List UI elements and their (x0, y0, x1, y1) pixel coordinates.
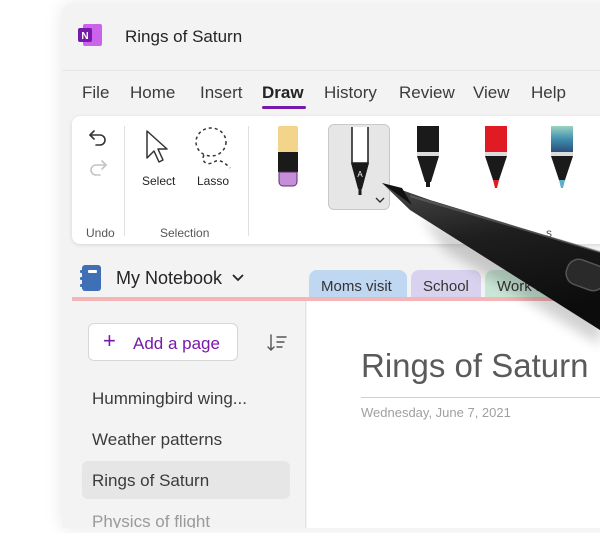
menu-file[interactable]: File (82, 83, 109, 103)
page-canvas[interactable]: Rings of Saturn Wednesday, June 7, 2021 (307, 301, 600, 528)
pen-black-marker[interactable] (414, 126, 442, 188)
pen-red[interactable] (482, 126, 510, 188)
menu-view[interactable]: View (473, 83, 510, 103)
page-item-title: Weather patterns (92, 430, 223, 449)
plus-icon: + (103, 328, 116, 353)
menu-draw[interactable]: Draw (262, 83, 304, 103)
page-item-title: Rings of Saturn (92, 471, 210, 490)
pen-letter: A (357, 170, 363, 179)
lasso-label[interactable]: Lasso (197, 174, 229, 188)
page-item-title: Hummingbird wing... (92, 389, 247, 408)
page-date: Wednesday, June 7, 2021 (361, 405, 511, 420)
select-cursor-icon[interactable] (142, 128, 172, 166)
pens-group-label: s (546, 226, 552, 240)
app-logo-letter: N (81, 31, 88, 42)
menu-bar: File Home Insert Draw History Review Vie… (62, 70, 600, 110)
page-item-weather[interactable]: Weather patterns (82, 420, 290, 458)
undo-group-label: Undo (86, 226, 115, 240)
menu-active-indicator (262, 106, 306, 109)
page-item-physics[interactable]: Physics of flight (82, 502, 290, 528)
lasso-icon[interactable] (190, 124, 236, 172)
page-item-hummingbird[interactable]: Hummingbird wing... (82, 379, 290, 417)
menu-insert[interactable]: Insert (200, 83, 243, 103)
redo-icon[interactable] (86, 156, 110, 180)
black-pen-icon: A (351, 127, 369, 195)
page-title[interactable]: Rings of Saturn (361, 347, 588, 385)
pen-highlighter[interactable] (276, 126, 300, 188)
window-title: Rings of Saturn (125, 27, 243, 46)
notebook-header: My Notebook Moms visit School Work it (62, 260, 600, 302)
menu-review[interactable]: Review (399, 83, 455, 103)
menu-history[interactable]: History (324, 83, 377, 103)
page-item-title: Physics of flight (92, 512, 211, 528)
title-bar: N Rings of Saturn (62, 4, 600, 68)
menu-home[interactable]: Home (130, 83, 175, 103)
undo-icon[interactable] (86, 126, 110, 150)
ribbon-divider (248, 126, 249, 236)
chevron-down-icon[interactable] (232, 274, 244, 282)
menu-help[interactable]: Help (531, 83, 566, 103)
chevron-down-icon[interactable] (375, 197, 385, 203)
page-item-rings-of-saturn[interactable]: Rings of Saturn (82, 461, 290, 499)
page-list-sidebar: + Add a page Hummingbird wing... Weather… (62, 301, 306, 528)
onenote-logo-icon: N (78, 24, 102, 46)
selection-group-label: Selection (160, 226, 210, 240)
add-page-label: Add a page (133, 334, 220, 353)
pen-black-selected[interactable]: A (328, 124, 390, 210)
sort-icon[interactable] (266, 333, 288, 353)
notebook-icon (80, 265, 101, 291)
select-label[interactable]: Select (142, 174, 175, 188)
ribbon-divider (124, 126, 125, 236)
pen-galaxy[interactable] (548, 126, 576, 188)
draw-ribbon: Undo Select Lasso Selection A s (72, 116, 600, 244)
notebook-name[interactable]: My Notebook (116, 268, 222, 289)
page-title-divider (361, 397, 600, 398)
add-page-button[interactable]: + Add a page (88, 323, 238, 361)
app-window: N Rings of Saturn File Home Insert Draw … (62, 4, 600, 528)
